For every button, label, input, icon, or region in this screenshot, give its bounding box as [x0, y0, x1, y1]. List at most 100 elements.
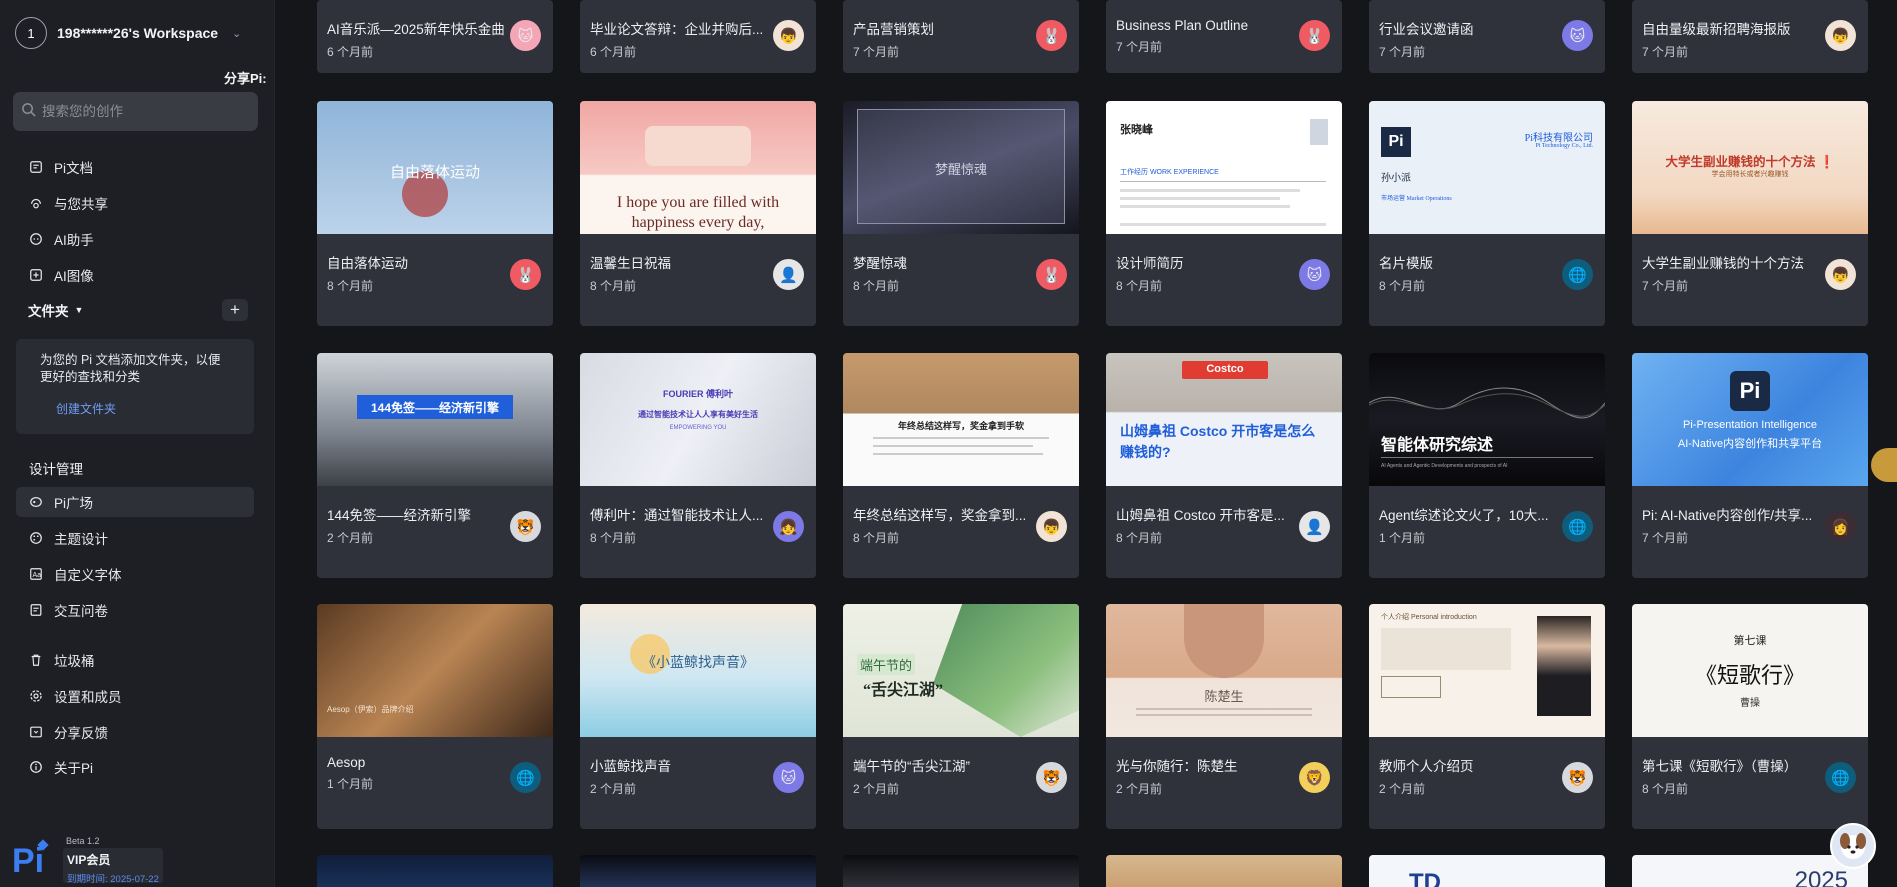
card-thumbnail: Aesop（伊索）品牌介绍	[317, 604, 553, 737]
template-card[interactable]: AI音乐派—2025新年快乐金曲 6 个月前 🐱	[317, 0, 553, 73]
sidebar-item-shared[interactable]: 与您共享	[16, 188, 254, 218]
author-avatar: 👤	[773, 259, 804, 290]
template-card[interactable]: Pi Pi科技有限公司 Pi Technology Co., Ltd. 孙小派 …	[1369, 101, 1605, 326]
workspace-switcher[interactable]: 1 198******26's Workspace ⌄	[15, 17, 241, 49]
template-card[interactable]: 自由量级最新招聘海报版 7 个月前 👦	[1632, 0, 1868, 73]
sidebar-item-custom-font[interactable]: Aa 自定义字体	[16, 559, 254, 589]
card-title: 端午节的“舌尖江湖”	[853, 759, 970, 774]
template-card[interactable]: 智能体研究综述 AI Agents and Agentic Developmen…	[1369, 353, 1605, 578]
sidebar-item-about[interactable]: 关于Pi	[16, 752, 254, 782]
template-card[interactable]: Costco 山姆鼻祖 Costco 开市客是怎么赚钱的? 山姆鼻祖 Costc…	[1106, 353, 1342, 578]
thumb-subtext: 学会用特长或者兴趣赚钱	[1711, 171, 1789, 178]
share-pi-label[interactable]: 分享Pi:	[224, 68, 267, 87]
template-card[interactable]: 《小蓝鲸找声音》 小蓝鲸找声音 2 个月前 🐱	[580, 604, 816, 829]
template-card[interactable]: Aesop（伊索）品牌介绍 Aesop 1 个月前 🌐	[317, 604, 553, 829]
author-avatar: 👤	[1299, 511, 1330, 542]
template-card[interactable]: FOURIER 傅利叶 通过智能技术让人人享有美好生活 EMPOWERING Y…	[580, 353, 816, 578]
sidebar-item-label: 交互问卷	[54, 604, 108, 619]
template-card[interactable]: 行业会议邀请函 7 个月前 🐱	[1369, 0, 1605, 73]
card-title: 傅利叶：通过智能技术让人...	[590, 508, 764, 523]
card-thumbnail: 智能体研究综述 AI Agents and Agentic Developmen…	[1369, 353, 1605, 486]
template-card[interactable]: 梦醒惊魂 梦醒惊魂 8 个月前 🐰	[843, 101, 1079, 326]
card-thumbnail: 大学生副业赚钱的十个方法 ❗ 学会用特长或者兴趣赚钱	[1632, 101, 1868, 234]
card-title: 设计师简历	[1116, 256, 1184, 271]
card-title: 温馨生日祝福	[590, 256, 671, 271]
sidebar-item-pi-plaza[interactable]: Pi广场	[16, 487, 254, 517]
thumb-subtext: EMPOWERING YOU	[669, 425, 727, 431]
thumb-brand: FOURIER 傅利叶	[662, 389, 733, 399]
template-card[interactable]: 端午节的 “舌尖江湖” 端午节的“舌尖江湖” 2 个月前 🐯	[843, 604, 1079, 829]
thumb-text: 《小蓝鲸找声音》	[642, 656, 754, 671]
template-card[interactable]: 张晓峰 工作经历 WORK EXPERIENCE 设计师简历 8 个月前 🐱	[1106, 101, 1342, 326]
sidebar-item-label: 关于Pi	[54, 761, 94, 776]
vip-badge[interactable]: VIP会员 到期时间: 2025-07-22	[63, 848, 163, 885]
thumb-text: Aesop（伊索）品牌介绍	[327, 705, 414, 714]
author-avatar: 🐱	[510, 20, 541, 51]
thumb-role: 市场运营 Market Operations	[1381, 196, 1452, 202]
card-thumbnail: 梦醒惊魂	[843, 101, 1079, 234]
author-avatar: 🌐	[1562, 259, 1593, 290]
search-icon	[21, 102, 36, 122]
sidebar-item-trash[interactable]: 垃圾桶	[16, 645, 254, 675]
sidebar-item-theme-design[interactable]: 主题设计	[16, 523, 254, 553]
sidebar-item-feedback[interactable]: 分享反馈	[16, 717, 254, 747]
sidebar-item-label: 分享反馈	[54, 726, 108, 741]
template-card[interactable]: Business Plan Outline 7 个月前 🐰	[1106, 0, 1342, 73]
sidebar-item-label: Pi文档	[54, 161, 94, 176]
card-title: 144免签——经济新引擎	[327, 508, 472, 523]
template-card[interactable]: 大学生副业赚钱的十个方法 ❗ 学会用特长或者兴趣赚钱 大学生副业赚钱的十个方法 7…	[1632, 101, 1868, 326]
chat-float-button[interactable]	[1871, 448, 1897, 482]
folder-toggle[interactable]: 文件夹 ▼	[28, 300, 83, 320]
sidebar: 1 198******26's Workspace ⌄ 分享Pi: Pi文档 与…	[0, 0, 275, 887]
template-card[interactable]	[843, 855, 1079, 887]
thumb-text-b: “舌尖江湖”	[863, 682, 944, 699]
card-thumbnail: Pi Pi-Presentation Intelligence AI-Nativ…	[1632, 353, 1868, 486]
template-card[interactable]: TD	[1369, 855, 1605, 887]
sidebar-item-ai-assistant[interactable]: AI助手	[16, 224, 254, 254]
sidebar-item-ai-image[interactable]: AI图像	[16, 260, 254, 290]
template-card[interactable]: 自由落体运动 自由落体运动 8 个月前 🐰	[317, 101, 553, 326]
thumb-text: 自由落体运动	[389, 164, 480, 181]
thumb-text: 144免签——经济新引擎	[370, 401, 500, 415]
author-avatar: 🐱	[1299, 259, 1330, 290]
template-card[interactable]	[1106, 855, 1342, 887]
card-thumbnail: 陈楚生	[1106, 604, 1342, 737]
card-title: 山姆鼻祖 Costco 开市客是...	[1116, 508, 1285, 523]
template-card[interactable]: Pi Pi-Presentation Intelligence AI-Nativ…	[1632, 353, 1868, 578]
create-folder-link[interactable]: 创建文件夹	[56, 400, 230, 417]
thumb-text: 山姆鼻祖 Costco 开市客是怎么赚钱的?	[1120, 423, 1316, 460]
chevron-down-icon: ⌄	[232, 27, 242, 40]
card-time: 7 个月前	[853, 45, 900, 59]
card-title: 光与你随行：陈楚生	[1116, 759, 1238, 774]
template-card[interactable]: 个人介绍 Personal introduction 教师个人介绍页 2 个月前 🐯	[1369, 604, 1605, 829]
card-title: AI音乐派—2025新年快乐金曲	[327, 22, 505, 37]
template-card[interactable]	[580, 855, 816, 887]
thumb-section: 工作经历 WORK EXPERIENCE	[1120, 169, 1219, 176]
pi-plaza-grid: AI音乐派—2025新年快乐金曲 6 个月前 🐱 毕业论文答辩：企业并购后... 6 …	[276, 0, 1897, 887]
assistant-mascot-button[interactable]	[1830, 823, 1876, 869]
template-card[interactable]: 陈楚生 光与你随行：陈楚生 2 个月前 🦁	[1106, 604, 1342, 829]
author-avatar: 🐱	[773, 762, 804, 793]
sidebar-item-label: 设置和成员	[54, 690, 122, 705]
sidebar-item-settings[interactable]: 设置和成员	[16, 681, 254, 711]
author-avatar: 🌐	[1825, 762, 1856, 793]
template-card[interactable]: 毕业论文答辩：企业并购后... 6 个月前 👦	[580, 0, 816, 73]
add-folder-button[interactable]: +	[222, 299, 248, 321]
template-card[interactable]: 144免签——经济新引擎 144免签——经济新引擎 2 个月前 🐯	[317, 353, 553, 578]
sidebar-item-survey[interactable]: 交互问卷	[16, 595, 254, 625]
card-title: 大学生副业赚钱的十个方法	[1642, 256, 1804, 271]
author-avatar: 🦁	[1299, 762, 1330, 793]
thumb-text: 年终总结这样写，奖金拿到手软	[897, 421, 1024, 431]
template-card[interactable]	[317, 855, 553, 887]
workspace-name: 198******26's Workspace	[57, 25, 219, 41]
card-title: Agent综述论文火了，10大...	[1379, 508, 1549, 523]
template-card[interactable]: 年终总结这样写，奖金拿到手软 年终总结这样写，奖金拿到... 8 个月前 👦	[843, 353, 1079, 578]
template-card[interactable]: 产品营销策划 7 个月前 🐰	[843, 0, 1079, 73]
search-input[interactable]	[42, 104, 242, 119]
workspace-avatar: 1	[15, 17, 47, 49]
card-title: 自由落体运动	[327, 256, 408, 271]
template-card[interactable]: I hope you are filled with happiness eve…	[580, 101, 816, 326]
author-avatar: 👩	[1825, 511, 1856, 542]
sidebar-item-pi-docs[interactable]: Pi文档	[16, 152, 254, 182]
template-card[interactable]: 第七课 《短歌行》 曹操 第七课《短歌行》（曹操） 8 个月前 🌐	[1632, 604, 1868, 829]
